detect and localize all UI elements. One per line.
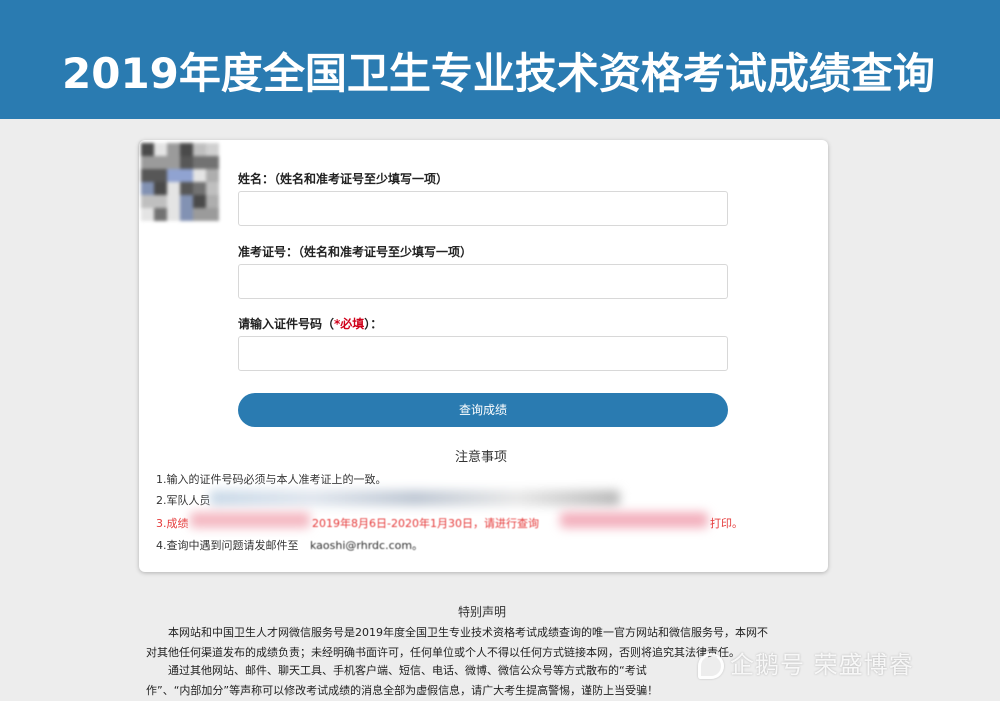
- qr-module: [141, 208, 154, 221]
- notice-item-2: 2.军队人员: [156, 494, 211, 507]
- notice-item-3: 3.成绩: [156, 517, 189, 530]
- qr-module: [167, 208, 180, 221]
- id-number-input[interactable]: [238, 336, 728, 371]
- qr-module: [167, 143, 180, 156]
- qr-module: [154, 195, 167, 208]
- qr-module: [206, 195, 219, 208]
- redacted-text: [190, 512, 310, 528]
- penguin-logo-icon: [698, 653, 724, 679]
- qr-module: [180, 195, 193, 208]
- qr-module: [167, 182, 180, 195]
- qr-module: [180, 169, 193, 182]
- qr-module: [193, 208, 206, 221]
- qr-module: [167, 156, 180, 169]
- required-marker: *必填: [334, 317, 365, 331]
- watermark-text: 企鹅号 荣盛博睿: [730, 651, 914, 679]
- page-title: 2019年度全国卫生专业技术资格考试成绩查询: [62, 49, 935, 98]
- id-label-prefix: 请输入证件号码（: [238, 317, 335, 331]
- name-label: 姓名：（姓名和准考证号至少填写一项）: [238, 172, 449, 186]
- qr-module: [193, 195, 206, 208]
- declaration-title: 特别声明: [458, 605, 507, 619]
- qr-module: [141, 143, 154, 156]
- qr-module: [206, 143, 219, 156]
- name-input[interactable]: [238, 191, 728, 226]
- qr-module: [154, 169, 167, 182]
- qr-module: [206, 182, 219, 195]
- qr-module: [154, 156, 167, 169]
- qr-module: [167, 169, 180, 182]
- watermark: 企鹅号 荣盛博睿: [698, 645, 914, 680]
- notice-item-1: 1.输入的证件号码必须与本人准考证上的一致。: [156, 473, 387, 486]
- exam-number-label: 准考证号：（姓名和准考证号至少填写一项）: [238, 245, 473, 259]
- qr-module: [141, 169, 154, 182]
- qr-module: [154, 208, 167, 221]
- qr-code-blurred: [141, 143, 219, 221]
- qr-module: [206, 156, 219, 169]
- qr-module: [141, 195, 154, 208]
- declaration-p2-l2: 作”、“内部加分”等声称可以修改考试成绩的消息全部为虚假信息，请广大考生提高警惕…: [146, 684, 659, 697]
- qr-module: [180, 208, 193, 221]
- qr-module: [193, 156, 206, 169]
- qr-module: [141, 156, 154, 169]
- qr-module: [141, 182, 154, 195]
- id-label-suffix: ）：: [364, 317, 383, 331]
- declaration-p1-l1: 本网站和中国卫生人才网微信服务号是2019年度全国卫生专业技术资格考试成绩查询的…: [168, 626, 768, 639]
- notice-item-3-dates: 2019年8月6日-2020年1月30日，请进行查询: [312, 517, 539, 530]
- qr-module: [180, 143, 193, 156]
- redacted-text: [210, 490, 620, 506]
- qr-module: [193, 143, 206, 156]
- qr-module: [206, 208, 219, 221]
- notice-item-3-tail: 打印。: [710, 517, 743, 530]
- qr-module: [180, 156, 193, 169]
- qr-module: [167, 195, 180, 208]
- redacted-text: [560, 512, 708, 528]
- notice-item-4-email: kaoshi@rhrdc.com。: [310, 539, 424, 552]
- exam-number-input[interactable]: [238, 264, 728, 299]
- qr-module: [193, 182, 206, 195]
- qr-module: [206, 169, 219, 182]
- qr-module: [193, 169, 206, 182]
- page-header: 2019年度全国卫生专业技术资格考试成绩查询: [0, 0, 1000, 119]
- qr-module: [154, 182, 167, 195]
- qr-module: [154, 143, 167, 156]
- qr-module: [180, 182, 193, 195]
- notice-title: 注意事项: [455, 450, 508, 465]
- id-number-label: 请输入证件号码（*必填）：: [238, 315, 382, 332]
- notice-item-4: 4.查询中遇到问题请发邮件至: [156, 539, 299, 552]
- query-score-button[interactable]: 查询成绩: [238, 393, 728, 427]
